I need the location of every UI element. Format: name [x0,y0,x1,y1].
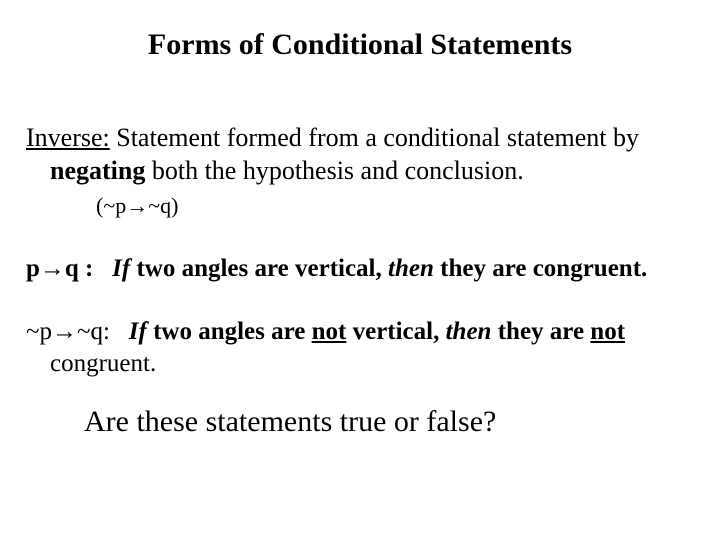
ex1-then: then [388,255,434,282]
ex2-not1: not [312,318,347,345]
def-text-1: Statement formed from a conditional stat… [110,123,639,152]
slide: Forms of Conditional Statements Inverse:… [0,0,720,540]
def-negating: negating [50,156,145,185]
slide-title: Forms of Conditional Statements [26,28,694,62]
question-text: Are these statements true or false? [26,405,694,439]
ex2-tail: congruent. [26,348,694,381]
ex2-not2: not [590,318,625,345]
ex2-mid2: vertical, [346,318,445,345]
example-conditional: p→q : If two angles are vertical, then t… [26,253,694,286]
definition-paragraph: Inverse: Statement formed from a conditi… [26,122,694,187]
ex1-tail: they are congruent. [434,255,647,282]
ex2-then: then [446,318,492,345]
ex2-mid3: they are [491,318,590,345]
ex1-if: If [112,255,130,282]
notpq-label: ~p→~q: [26,318,110,345]
example-inverse: ~p→~q: If two angles are not vertical, t… [26,316,694,381]
def-text-2b: both the hypothesis and conclusion. [145,156,523,185]
ex2-mid1: two angles are [147,318,312,345]
inverse-notation: (~p→~q) [26,193,694,219]
term-inverse: Inverse: [26,123,110,152]
pq-label: p→q : [26,255,93,282]
ex2-if: If [129,318,147,345]
ex1-mid: two angles are vertical, [130,255,388,282]
